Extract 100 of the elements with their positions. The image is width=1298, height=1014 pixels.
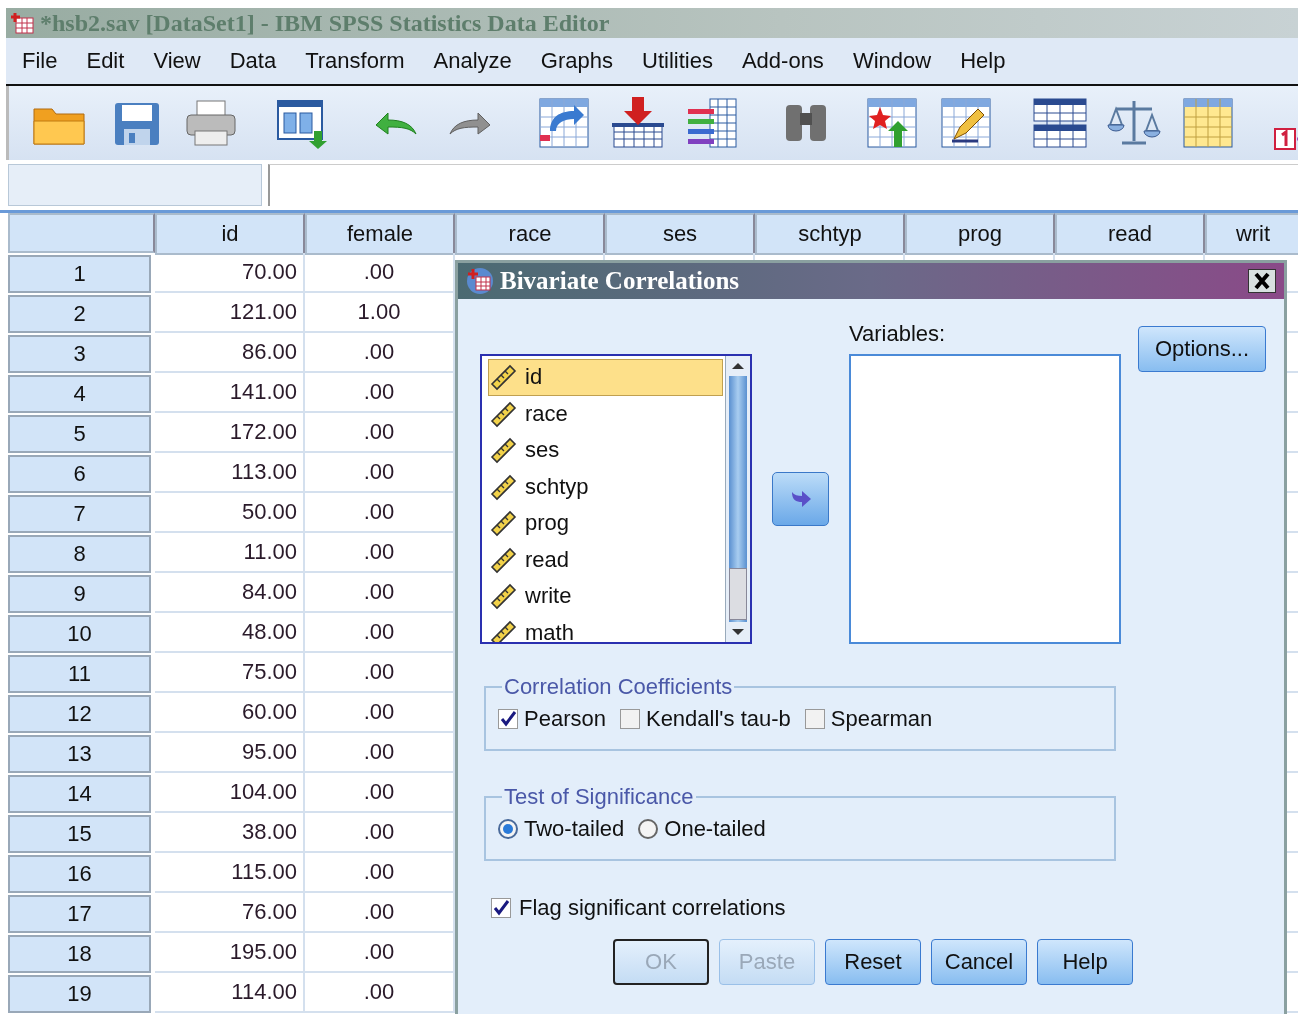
table-cell: 113.00 [155, 453, 305, 493]
menu-item[interactable]: Analyze [433, 48, 512, 74]
move-right-button[interactable] [772, 472, 829, 526]
menu-item[interactable]: Add-ons [741, 48, 824, 74]
table-arrow-icon[interactable] [536, 95, 592, 151]
menu-item[interactable]: Edit [86, 48, 125, 74]
row-header[interactable]: 3 [8, 335, 151, 373]
scrollbar[interactable] [725, 356, 750, 642]
variable-list[interactable]: id race ses schtyp prog read write math [480, 354, 752, 644]
table-cell: 115.00 [155, 853, 305, 893]
ruler-icon [489, 582, 517, 611]
ruler-icon [489, 436, 517, 465]
checkbox-label[interactable]: Spearman [830, 706, 933, 732]
radio-button[interactable] [498, 819, 518, 839]
ruler-icon [489, 399, 517, 428]
split-table-icon[interactable] [1032, 95, 1088, 151]
ruler-icon [489, 618, 517, 642]
checkbox[interactable] [619, 709, 640, 729]
menu-item[interactable]: Graphs [540, 48, 613, 74]
row-header[interactable]: 2 [8, 295, 151, 333]
row-header[interactable]: 19 [8, 975, 151, 1013]
row-header[interactable]: 4 [8, 375, 151, 413]
group-legend: Correlation Coefficients [502, 674, 735, 700]
checkbox[interactable] [491, 898, 511, 918]
radio-label[interactable]: Two-tailed [524, 816, 625, 842]
list-item[interactable]: schtyp [488, 468, 723, 505]
list-item[interactable]: race [488, 395, 723, 432]
menu-item[interactable]: Help [960, 48, 1006, 74]
table-cell: 50.00 [155, 493, 305, 533]
list-item[interactable]: read [488, 541, 723, 578]
list-item[interactable]: ses [488, 432, 723, 469]
row-header[interactable]: 8 [8, 535, 151, 573]
row-header[interactable]: 16 [8, 855, 151, 893]
checkbox[interactable] [804, 709, 825, 729]
column-header[interactable]: female [305, 213, 455, 255]
list-item[interactable]: id [488, 359, 723, 396]
column-header[interactable]: writ [1205, 213, 1298, 255]
list-item[interactable]: write [488, 578, 723, 615]
column-header[interactable]: race [455, 213, 605, 255]
column-header[interactable]: read [1055, 213, 1205, 255]
column-header[interactable]: prog [905, 213, 1055, 255]
menu-item[interactable]: File [22, 48, 58, 74]
radio-button[interactable] [638, 819, 659, 839]
list-item[interactable]: prog [488, 505, 723, 542]
row-header[interactable]: 12 [8, 695, 151, 733]
table-cell: 75.00 [155, 653, 305, 693]
table-cell: 38.00 [155, 813, 305, 853]
table-pencil-icon[interactable] [938, 95, 994, 151]
checkbox-label[interactable]: Flag significant correlations [519, 895, 786, 921]
table-star-icon[interactable] [864, 95, 920, 151]
menu-item[interactable]: Window [852, 48, 932, 74]
options-button[interactable]: Options... [1138, 326, 1266, 372]
menu-item[interactable]: Data [229, 48, 277, 74]
column-header[interactable]: ses [605, 213, 755, 255]
list-item[interactable]: math [488, 614, 723, 642]
menu-item[interactable]: Transform [305, 48, 405, 74]
row-header[interactable]: 11 [8, 655, 151, 693]
dialog-button[interactable]: Cancel [931, 939, 1027, 985]
row-header[interactable]: 10 [8, 615, 151, 653]
cell-value-field[interactable] [268, 164, 1298, 206]
close-icon[interactable] [1248, 269, 1276, 293]
row-header[interactable]: 5 [8, 415, 151, 453]
table-cell: 70.00 [155, 253, 305, 293]
radio-label[interactable]: One-tailed [664, 816, 766, 842]
row-header[interactable]: 7 [8, 495, 151, 533]
row-header[interactable]: 15 [8, 815, 151, 853]
table-cell: 84.00 [155, 573, 305, 613]
app-icon [10, 12, 34, 34]
checkbox[interactable] [498, 709, 518, 729]
table-cell: 86.00 [155, 333, 305, 373]
row-header[interactable]: 14 [8, 775, 151, 813]
table-cell: 76.00 [155, 893, 305, 933]
row-header[interactable]: 1 [8, 255, 151, 293]
scroll-thumb[interactable] [729, 568, 747, 620]
down-arrow-table-icon[interactable] [610, 95, 666, 151]
column-header[interactable]: schtyp [755, 213, 905, 255]
row-header[interactable]: 17 [8, 895, 151, 933]
table-cell: 104.00 [155, 773, 305, 813]
dialog-button[interactable]: Reset [825, 939, 921, 985]
dialog-button[interactable]: Help [1037, 939, 1133, 985]
checkbox-label[interactable]: Pearson [524, 706, 606, 732]
table-cell: 121.00 [155, 293, 305, 333]
row-header[interactable]: 13 [8, 735, 151, 773]
window-title: *hsb2.sav [DataSet1] - IBM SPSS Statistics Data Editor [40, 9, 610, 37]
column-header[interactable]: id [155, 213, 305, 255]
row-header[interactable]: 6 [8, 455, 151, 493]
menu-item[interactable]: Utilities [642, 48, 713, 74]
menu-item[interactable]: View [153, 48, 201, 74]
variables-list[interactable] [849, 354, 1121, 644]
table-cell: 172.00 [155, 413, 305, 453]
spreadsheet-icon[interactable] [1180, 95, 1236, 151]
cell-name-field[interactable] [8, 164, 262, 206]
row-header[interactable]: 9 [8, 575, 151, 613]
checkbox-label[interactable]: Kendall's tau-b [645, 706, 791, 732]
table-cell: 48.00 [155, 613, 305, 653]
table-cell: 195.00 [155, 933, 305, 973]
ruler-icon [489, 509, 517, 538]
ruler-icon [489, 472, 517, 501]
app-icon [466, 267, 494, 295]
row-header[interactable]: 18 [8, 935, 151, 973]
